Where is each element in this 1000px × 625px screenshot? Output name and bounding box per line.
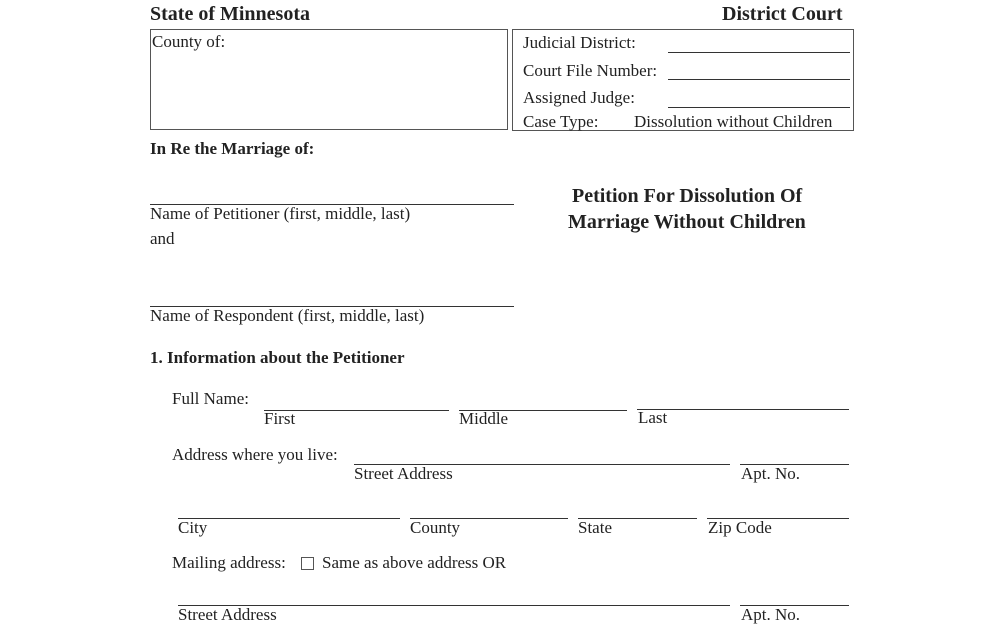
apt-no-input[interactable] [740, 448, 849, 465]
judicial-district-input[interactable] [668, 36, 850, 53]
section-1-heading: 1. Information about the Petitioner [150, 348, 405, 367]
street-address-label: Street Address [354, 464, 453, 483]
zip-code-label: Zip Code [708, 518, 772, 537]
last-name-input[interactable] [637, 393, 849, 410]
court-file-number-label: Court File Number: [523, 61, 658, 80]
petitioner-name-input[interactable] [150, 188, 514, 205]
mailing-street-address-label: Street Address [178, 605, 277, 624]
apt-no-label: Apt. No. [741, 464, 801, 483]
mailing-apt-no-input[interactable] [740, 589, 849, 606]
judicial-district-label: Judicial District: [523, 33, 636, 52]
respondent-name-label: Name of Respondent (first, middle, last) [150, 306, 425, 325]
city-label: City [178, 518, 208, 537]
last-label: Last [638, 408, 668, 427]
middle-label: Middle [459, 409, 509, 428]
state-input[interactable] [578, 502, 697, 519]
case-type-value: Dissolution without Children [634, 112, 833, 131]
county-label: County of: [152, 32, 226, 51]
zip-code-input[interactable] [707, 502, 849, 519]
state-label: State [578, 518, 612, 537]
county-address-input[interactable] [410, 502, 568, 519]
mailing-street-address-input[interactable] [178, 589, 730, 606]
court-file-number-input[interactable] [668, 63, 850, 80]
case-type-label: Case Type: [523, 112, 599, 131]
assigned-judge-label: Assigned Judge: [523, 88, 635, 107]
first-label: First [264, 409, 296, 428]
county-box: County of: [150, 29, 508, 130]
same-as-above-label: Same as above address OR [322, 553, 507, 572]
assigned-judge-input[interactable] [668, 91, 850, 108]
case-info-box: Judicial District: Court File Number: As… [512, 29, 854, 131]
in-re-heading: In Re the Marriage of: [150, 139, 315, 158]
same-as-above-checkbox[interactable] [301, 557, 314, 570]
county-input[interactable] [155, 60, 500, 120]
document-title-line2: Marriage Without Children [568, 211, 806, 233]
mailing-address-label: Mailing address: [172, 553, 286, 572]
full-name-label: Full Name: [172, 389, 249, 408]
court-heading: District Court [722, 3, 843, 25]
county-address-label: County [410, 518, 461, 537]
state-heading: State of Minnesota [150, 3, 310, 25]
city-input[interactable] [178, 502, 400, 519]
address-label: Address where you live: [172, 445, 338, 464]
street-address-input[interactable] [354, 448, 730, 465]
document-title-line1: Petition For Dissolution Of [572, 185, 803, 207]
mailing-apt-no-label: Apt. No. [741, 605, 801, 624]
and-text: and [150, 229, 175, 248]
petitioner-name-label: Name of Petitioner (first, middle, last) [150, 204, 411, 223]
respondent-name-input[interactable] [150, 290, 514, 307]
